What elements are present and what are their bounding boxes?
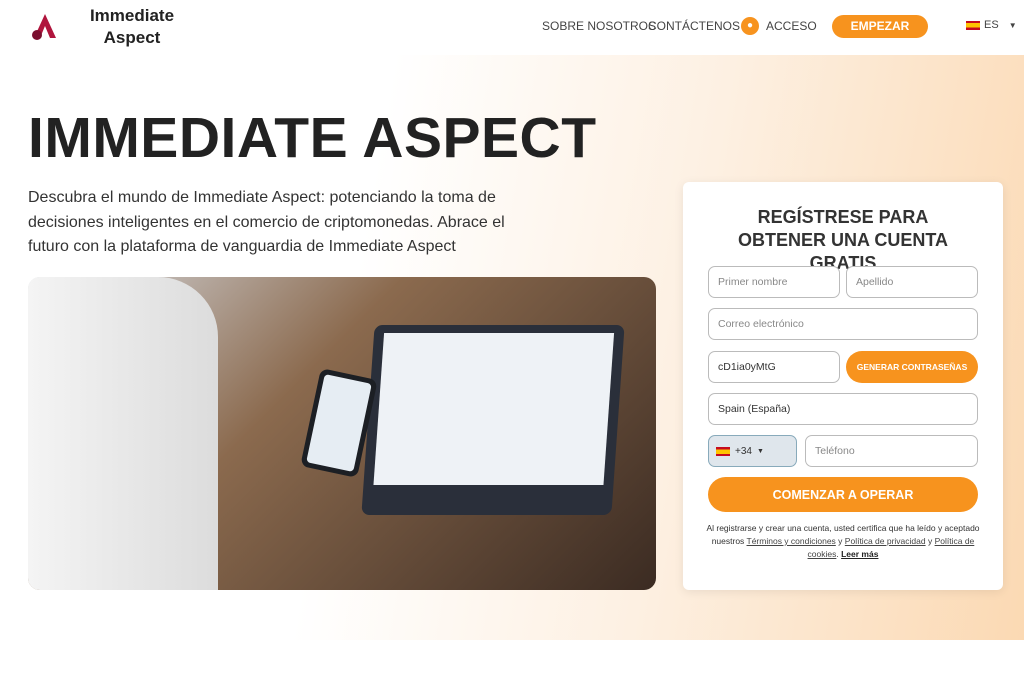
privacy-link[interactable]: Política de privacidad xyxy=(845,536,926,546)
nav-login[interactable]: ACCESO xyxy=(766,19,817,33)
generate-password-button[interactable]: GENERAR CONTRASEÑAS xyxy=(846,351,978,383)
laptop-shape xyxy=(361,325,625,515)
dial-code: +34 xyxy=(735,445,752,457)
legal-and: y xyxy=(835,536,845,546)
country-select[interactable]: Spain (España) xyxy=(708,393,978,425)
nav-about[interactable]: SOBRE NOSOTROS xyxy=(542,19,656,33)
email-input[interactable]: Correo electrónico xyxy=(708,308,978,340)
language-code: ES xyxy=(984,19,999,31)
hero-description: Descubra el mundo de Immediate Aspect: p… xyxy=(28,189,505,255)
read-more-link[interactable]: Leer más xyxy=(841,549,878,559)
user-icon[interactable]: ● xyxy=(741,17,759,35)
brand-name[interactable]: Immediate Aspect xyxy=(88,5,176,49)
legal-and: y xyxy=(925,536,935,546)
language-select[interactable]: ES ▼ xyxy=(966,19,1017,31)
submit-button[interactable]: COMENZAR A OPERAR xyxy=(708,477,978,512)
hero-image xyxy=(28,277,656,590)
header: Immediate Aspect SOBRE NOSOTROS CONTÁCTE… xyxy=(0,0,1024,55)
last-name-input[interactable]: Apellido xyxy=(846,266,978,298)
spain-flag-icon xyxy=(966,20,980,30)
chevron-down-icon: ▼ xyxy=(756,447,764,455)
legal-text: Al registrarse y crear una cuenta, usted… xyxy=(703,522,983,561)
dial-code-select[interactable]: +34 ▼ xyxy=(708,435,797,467)
arm-shape xyxy=(28,277,218,590)
form-title: REGÍSTRESE PARA OBTENER UNA CUENTA GRATI… xyxy=(738,207,948,273)
phone-input[interactable]: Teléfono xyxy=(805,435,978,467)
terms-link[interactable]: Términos y condiciones xyxy=(747,536,836,546)
first-name-input[interactable]: Primer nombre xyxy=(708,266,840,298)
logo-icon[interactable] xyxy=(30,12,60,42)
signup-form: REGÍSTRESE PARA OBTENER UNA CUENTA GRATI… xyxy=(683,182,1003,590)
page-title: IMMEDIATE ASPECT xyxy=(28,106,597,170)
password-input[interactable]: cD1ia0yMtG xyxy=(708,351,840,383)
chevron-down-icon: ▼ xyxy=(1008,20,1017,30)
spain-flag-icon xyxy=(716,446,730,456)
start-button[interactable]: EMPEZAR xyxy=(832,15,928,38)
nav-contact[interactable]: CONTÁCTENOS xyxy=(648,19,740,33)
